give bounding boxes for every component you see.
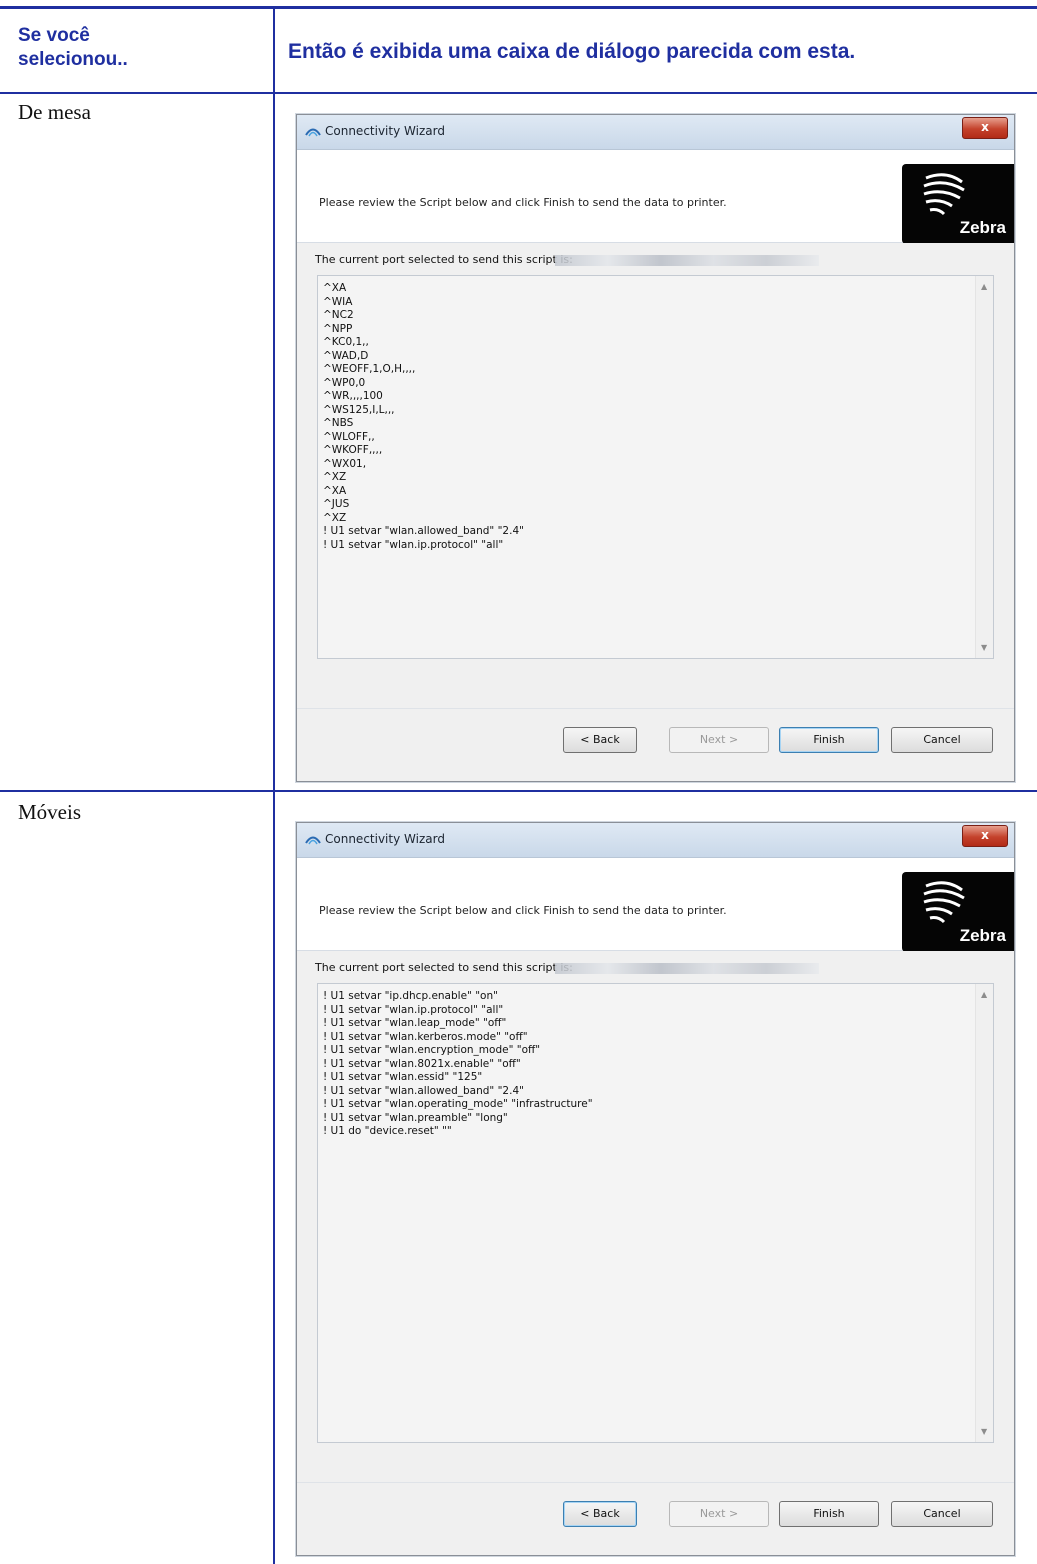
next-button[interactable]: Next > bbox=[669, 727, 769, 753]
dialog-banner: Please review the Script below and click… bbox=[297, 150, 1014, 244]
port-label: The current port selected to send this s… bbox=[315, 253, 573, 266]
script-text: ^XA ^WIA ^NC2 ^NPP ^KC0,1,, ^WAD,D ^WEOF… bbox=[323, 282, 524, 551]
wizard-icon bbox=[305, 836, 321, 845]
scroll-up-arrow-icon[interactable]: ▲ bbox=[981, 990, 987, 999]
dialog-footer: < Back Next > Finish Cancel bbox=[297, 1482, 1014, 1555]
zebra-head-icon bbox=[923, 881, 965, 924]
scroll-up-arrow-icon[interactable]: ▲ bbox=[981, 282, 987, 291]
finish-button[interactable]: Finish bbox=[779, 727, 879, 753]
scrollbar[interactable]: ▲ ▼ bbox=[975, 984, 993, 1442]
instruction-text: Please review the Script below and click… bbox=[319, 904, 727, 917]
finish-button[interactable]: Finish bbox=[779, 1501, 879, 1527]
script-text: ! U1 setvar "ip.dhcp.enable" "on" ! U1 s… bbox=[323, 990, 593, 1137]
port-value-redacted bbox=[555, 963, 819, 974]
row-divider-rule bbox=[0, 790, 1037, 792]
dialog-title: Connectivity Wizard bbox=[325, 124, 445, 138]
dialog-body: The current port selected to send this s… bbox=[297, 951, 1014, 1483]
dialog-mobile: Connectivity Wizard x Please review the … bbox=[296, 822, 1015, 1556]
logo-text: Zebra bbox=[959, 926, 1006, 945]
next-button[interactable]: Next > bbox=[669, 1501, 769, 1527]
scrollbar[interactable]: ▲ ▼ bbox=[975, 276, 993, 658]
column-divider-rule bbox=[273, 8, 275, 1564]
header-col2: Então é exibida uma caixa de diálogo par… bbox=[288, 40, 856, 63]
cancel-button[interactable]: Cancel bbox=[891, 727, 993, 753]
dialog-desktop: Connectivity Wizard x Please review the … bbox=[296, 114, 1015, 782]
dialog-titlebar[interactable]: Connectivity Wizard x bbox=[297, 823, 1014, 858]
dialog-title: Connectivity Wizard bbox=[325, 832, 445, 846]
scroll-down-arrow-icon[interactable]: ▼ bbox=[981, 643, 987, 652]
back-button[interactable]: < Back bbox=[563, 727, 637, 753]
header-bottom-rule bbox=[0, 92, 1037, 94]
dialog-footer: < Back Next > Finish Cancel bbox=[297, 708, 1014, 781]
header-col1: Se você selecionou.. bbox=[18, 25, 128, 70]
zebra-logo: Zebra bbox=[902, 164, 1014, 244]
instruction-text: Please review the Script below and click… bbox=[319, 196, 727, 209]
script-textarea[interactable]: ^XA ^WIA ^NC2 ^NPP ^KC0,1,, ^WAD,D ^WEOF… bbox=[317, 275, 994, 659]
back-button[interactable]: < Back bbox=[563, 1501, 637, 1527]
scroll-down-arrow-icon[interactable]: ▼ bbox=[981, 1427, 987, 1436]
zebra-logo: Zebra bbox=[902, 872, 1014, 952]
wizard-icon bbox=[305, 128, 321, 137]
row-label-mobile: Móveis bbox=[18, 800, 81, 824]
dialog-titlebar[interactable]: Connectivity Wizard x bbox=[297, 115, 1014, 150]
logo-text: Zebra bbox=[959, 218, 1006, 237]
dialog-banner: Please review the Script below and click… bbox=[297, 858, 1014, 952]
cancel-button[interactable]: Cancel bbox=[891, 1501, 993, 1527]
close-button[interactable]: x bbox=[962, 825, 1008, 847]
dialog-body: The current port selected to send this s… bbox=[297, 243, 1014, 709]
close-button[interactable]: x bbox=[962, 117, 1008, 139]
zebra-head-icon bbox=[923, 173, 965, 216]
table-top-rule bbox=[0, 6, 1037, 9]
port-label: The current port selected to send this s… bbox=[315, 961, 573, 974]
script-textarea[interactable]: ! U1 setvar "ip.dhcp.enable" "on" ! U1 s… bbox=[317, 983, 994, 1443]
port-value-redacted bbox=[555, 255, 819, 266]
row-label-desktop: De mesa bbox=[18, 100, 91, 124]
